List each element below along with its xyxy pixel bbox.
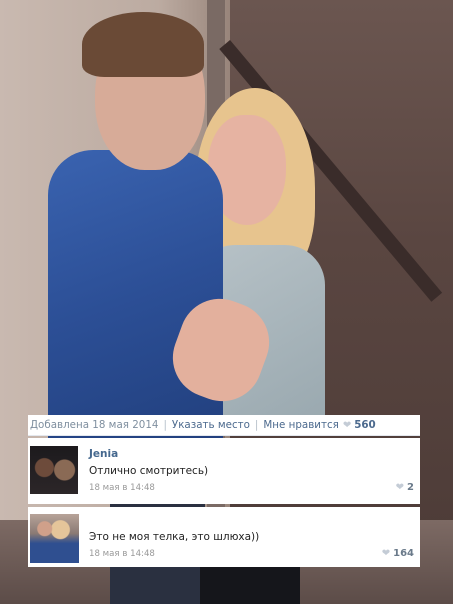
comment-like-count: 2: [407, 482, 414, 493]
comment-item: Jenia Отлично смотритесь) 18 мая в 14:48…: [28, 438, 420, 504]
commenter-avatar[interactable]: [30, 446, 78, 494]
comment-text: Это не моя телка, это шлюха)): [89, 531, 260, 543]
commenter-avatar[interactable]: [30, 514, 79, 563]
add-location-link[interactable]: Указать место: [172, 419, 250, 431]
meta-separator: |: [254, 419, 259, 431]
comment-item: Это не моя телка, это шлюха)) 18 мая в 1…: [28, 507, 420, 567]
comment-timestamp[interactable]: 18 мая в 14:48: [89, 549, 155, 559]
like-button[interactable]: Мне нравится: [263, 419, 338, 431]
heart-icon[interactable]: ❤: [343, 420, 351, 431]
comment-like-button[interactable]: ❤ 164: [382, 548, 414, 559]
heart-icon: ❤: [381, 548, 391, 559]
comment-timestamp[interactable]: 18 мая в 14:48: [89, 483, 155, 493]
post-date[interactable]: Добавлена 18 мая 2014: [30, 419, 158, 431]
comment-text: Отлично смотритесь): [89, 465, 209, 477]
post-like-count[interactable]: 560: [354, 419, 376, 431]
heart-icon: ❤: [395, 482, 405, 493]
post-meta-bar: Добавлена 18 мая 2014 | Указать место | …: [28, 415, 420, 436]
comment-like-count: 164: [393, 548, 414, 559]
meta-separator: |: [163, 419, 167, 431]
photo-man-hair: [82, 12, 204, 77]
comment-author[interactable]: Jenia: [89, 448, 118, 460]
comment-like-button[interactable]: ❤ 2: [396, 482, 414, 493]
